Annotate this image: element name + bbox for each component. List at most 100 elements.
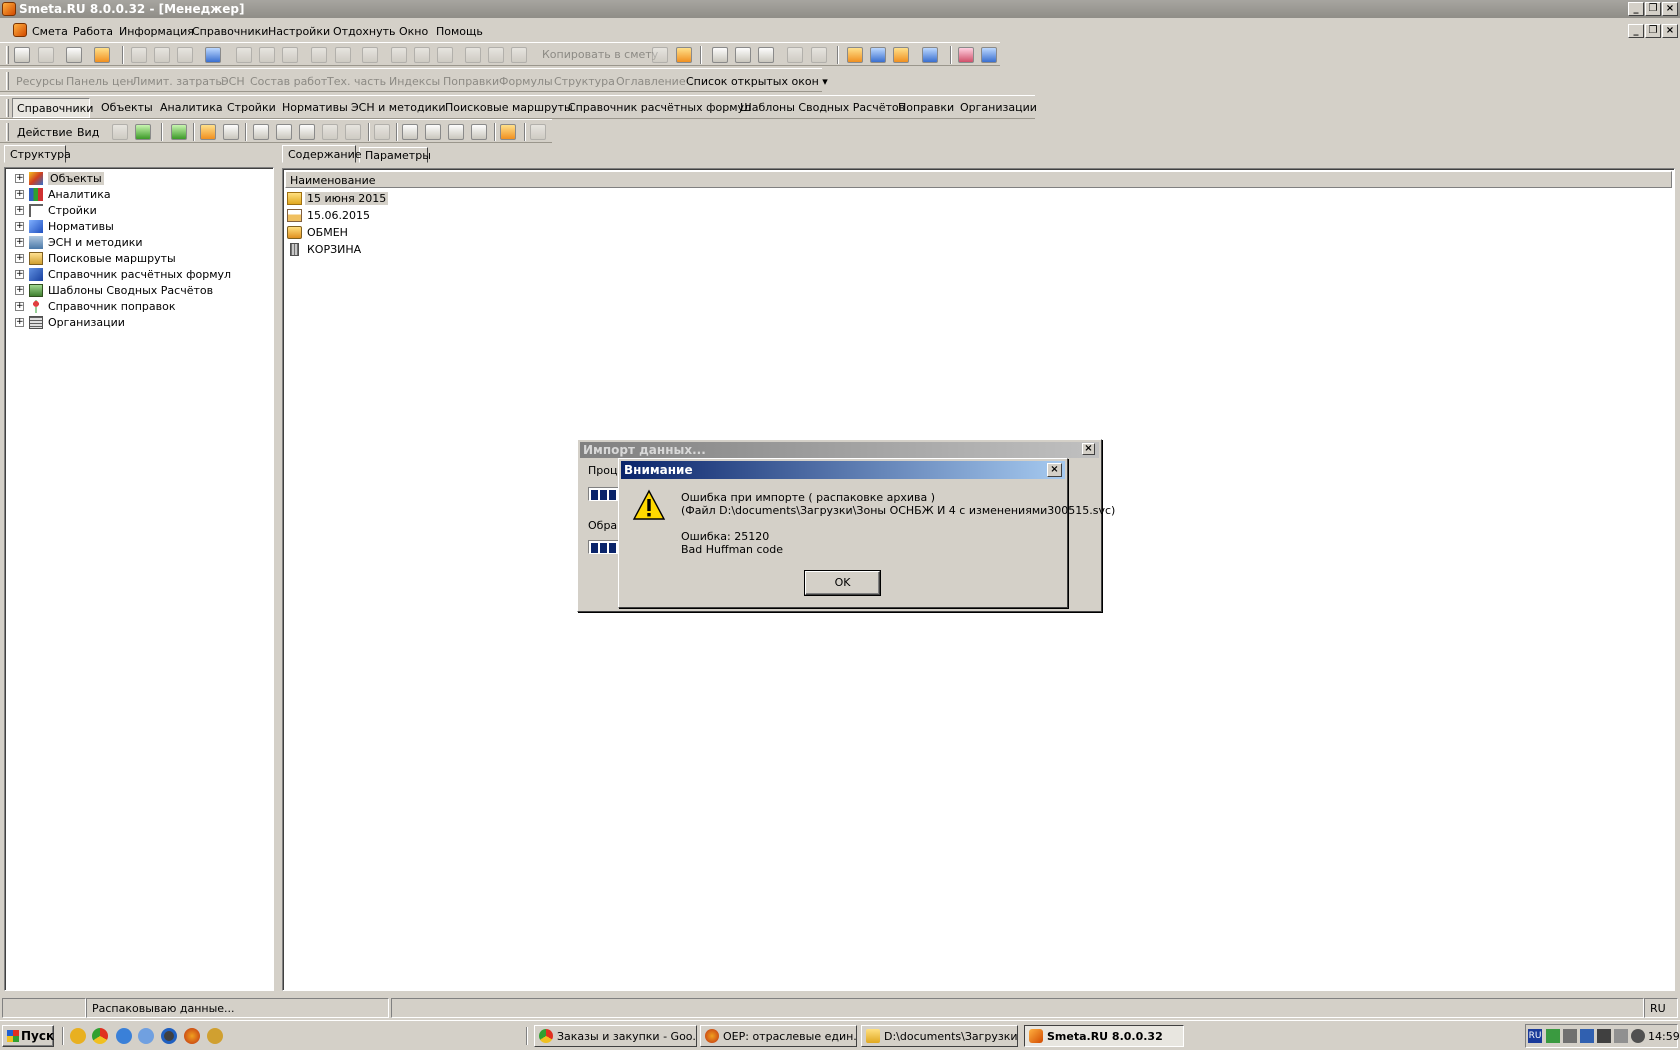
expand-icon[interactable]: + — [15, 190, 24, 199]
tool2-icon[interactable] — [335, 47, 351, 63]
tool7-icon[interactable] — [811, 47, 827, 63]
copy-est-icon[interactable] — [652, 47, 668, 63]
tab-structure[interactable]: Структура — [4, 145, 71, 163]
copy-to-estimate-button[interactable]: Копировать в смету — [542, 48, 658, 61]
formulas-button[interactable]: Формулы — [499, 75, 553, 88]
nav-corrections[interactable]: Поправки — [898, 101, 954, 114]
new-tree-icon[interactable] — [14, 47, 30, 63]
nav-summary-templates[interactable]: Шаблоны Сводных Расчётов — [740, 101, 905, 114]
import-close-button[interactable]: × — [1082, 443, 1095, 455]
pp-icon[interactable] — [448, 124, 464, 140]
menu-window[interactable]: Окно — [399, 25, 428, 38]
lc-doc-icon[interactable] — [253, 124, 269, 140]
expand-icon[interactable]: + — [15, 222, 24, 231]
action-menu[interactable]: Действие — [17, 126, 72, 139]
tray-speaker-icon[interactable] — [1614, 1029, 1628, 1043]
task-smeta[interactable]: Smeta.RU 8.0.0.32 — [1024, 1025, 1184, 1047]
car-icon[interactable] — [922, 47, 938, 63]
limit-costs-button[interactable]: Лимит. затраты — [132, 75, 224, 88]
menu-settings[interactable]: Настройки — [268, 25, 330, 38]
lc-icon[interactable] — [712, 47, 728, 63]
doc-restore-button[interactable]: ❐ — [1645, 24, 1661, 38]
menu-info[interactable]: Информация — [119, 25, 194, 38]
restore-button[interactable]: ❐ — [1645, 2, 1661, 16]
expand-icon[interactable]: + — [15, 238, 24, 247]
copy-icon[interactable] — [488, 47, 504, 63]
menu-smeta[interactable]: Смета — [32, 25, 68, 38]
expand-icon[interactable]: + — [15, 254, 24, 263]
arrow-up-icon[interactable] — [322, 124, 338, 140]
smeta-app-icon[interactable] — [2, 2, 16, 16]
nav-references[interactable]: Справочники — [17, 102, 93, 115]
ks-icon[interactable] — [402, 124, 418, 140]
ql-tools-icon[interactable] — [70, 1028, 86, 1044]
expand-icon[interactable]: + — [15, 286, 24, 295]
tray-language[interactable]: RU — [1528, 1029, 1542, 1043]
tool4-icon[interactable] — [414, 47, 430, 63]
paste-icon[interactable] — [511, 47, 527, 63]
comment-icon[interactable] — [282, 47, 298, 63]
delete-icon[interactable] — [362, 47, 378, 63]
tray-update-icon[interactable] — [1631, 1029, 1645, 1043]
structure-button[interactable]: Структура — [554, 75, 615, 88]
task-firefox-oer[interactable]: ОЕР: отраслевые един... — [700, 1025, 857, 1047]
esn-button[interactable]: ЭСН — [221, 75, 245, 88]
clipboard-icon[interactable] — [676, 47, 692, 63]
pr-doc-icon[interactable] — [299, 124, 315, 140]
save-icon[interactable] — [131, 47, 147, 63]
cancel-icon[interactable] — [530, 124, 546, 140]
menu-references[interactable]: Справочники — [192, 25, 268, 38]
nav-search-routes[interactable]: Поисковые маршруты — [445, 101, 573, 114]
ok-button[interactable]: OK — [804, 570, 881, 596]
menu-relax[interactable]: Отдохнуть — [333, 25, 396, 38]
nav-organizations[interactable]: Организации — [960, 101, 1037, 114]
nav-constructions[interactable]: Стройки — [227, 101, 276, 114]
nav-analytics[interactable]: Аналитика — [160, 101, 223, 114]
tray-monitor-icon[interactable] — [1580, 1029, 1594, 1043]
doc-minimize-button[interactable]: _ — [1628, 24, 1644, 38]
work-composition-button[interactable]: Состав работ — [250, 75, 327, 88]
price-panel-button[interactable]: Панель цен — [66, 75, 133, 88]
folder-up-icon[interactable] — [112, 124, 128, 140]
excel-icon[interactable] — [66, 47, 82, 63]
doc-close-button[interactable]: × — [1662, 24, 1678, 38]
tab-contents[interactable]: Содержание — [282, 145, 362, 163]
document-icon[interactable] — [13, 23, 27, 37]
hammer-icon[interactable] — [847, 47, 863, 63]
ql-misc-icon[interactable] — [207, 1028, 223, 1044]
search-icon[interactable] — [94, 47, 110, 63]
task-chrome-orders[interactable]: Заказы и закупки - Goo... — [534, 1025, 697, 1047]
nav-formulas-reference[interactable]: Справочник расчётных формул — [568, 101, 751, 114]
menu-help[interactable]: Помощь — [436, 25, 483, 38]
arrow-down-icon[interactable] — [345, 124, 361, 140]
add-tree-icon[interactable] — [38, 47, 54, 63]
nav-esn-methods[interactable]: ЭСН и методики — [351, 101, 446, 114]
cut-icon[interactable] — [465, 47, 481, 63]
view-menu[interactable]: Вид — [77, 126, 99, 139]
expand-icon[interactable]: + — [15, 302, 24, 311]
people-icon[interactable] — [223, 124, 239, 140]
open-windows-dropdown[interactable]: Список открытых окон ▾ — [686, 75, 828, 88]
folder-new-icon[interactable] — [135, 124, 151, 140]
building-icon[interactable] — [200, 124, 216, 140]
pr-icon[interactable] — [758, 47, 774, 63]
rp-icon[interactable] — [735, 47, 751, 63]
undo-icon[interactable] — [177, 47, 193, 63]
ql-chrome-icon[interactable] — [92, 1028, 108, 1044]
indexes-button[interactable]: Индексы — [389, 75, 440, 88]
tool3-icon[interactable] — [391, 47, 407, 63]
book-blue-icon[interactable] — [981, 47, 997, 63]
start-button[interactable]: Пуск — [2, 1025, 54, 1047]
tray-x-icon[interactable] — [1597, 1029, 1611, 1043]
book-red-icon[interactable] — [958, 47, 974, 63]
expand-icon[interactable]: + — [15, 270, 24, 279]
ql-explorer-icon[interactable] — [138, 1028, 154, 1044]
truck-icon[interactable] — [870, 47, 886, 63]
ql-ie-icon[interactable] — [116, 1028, 132, 1044]
expand-icon[interactable]: + — [15, 318, 24, 327]
tab-parameters[interactable]: Параметры — [359, 147, 431, 163]
ql-media-icon[interactable] — [161, 1028, 177, 1044]
folder-open-icon[interactable] — [500, 124, 516, 140]
helmet-icon[interactable] — [893, 47, 909, 63]
expand-icon[interactable]: + — [15, 206, 24, 215]
